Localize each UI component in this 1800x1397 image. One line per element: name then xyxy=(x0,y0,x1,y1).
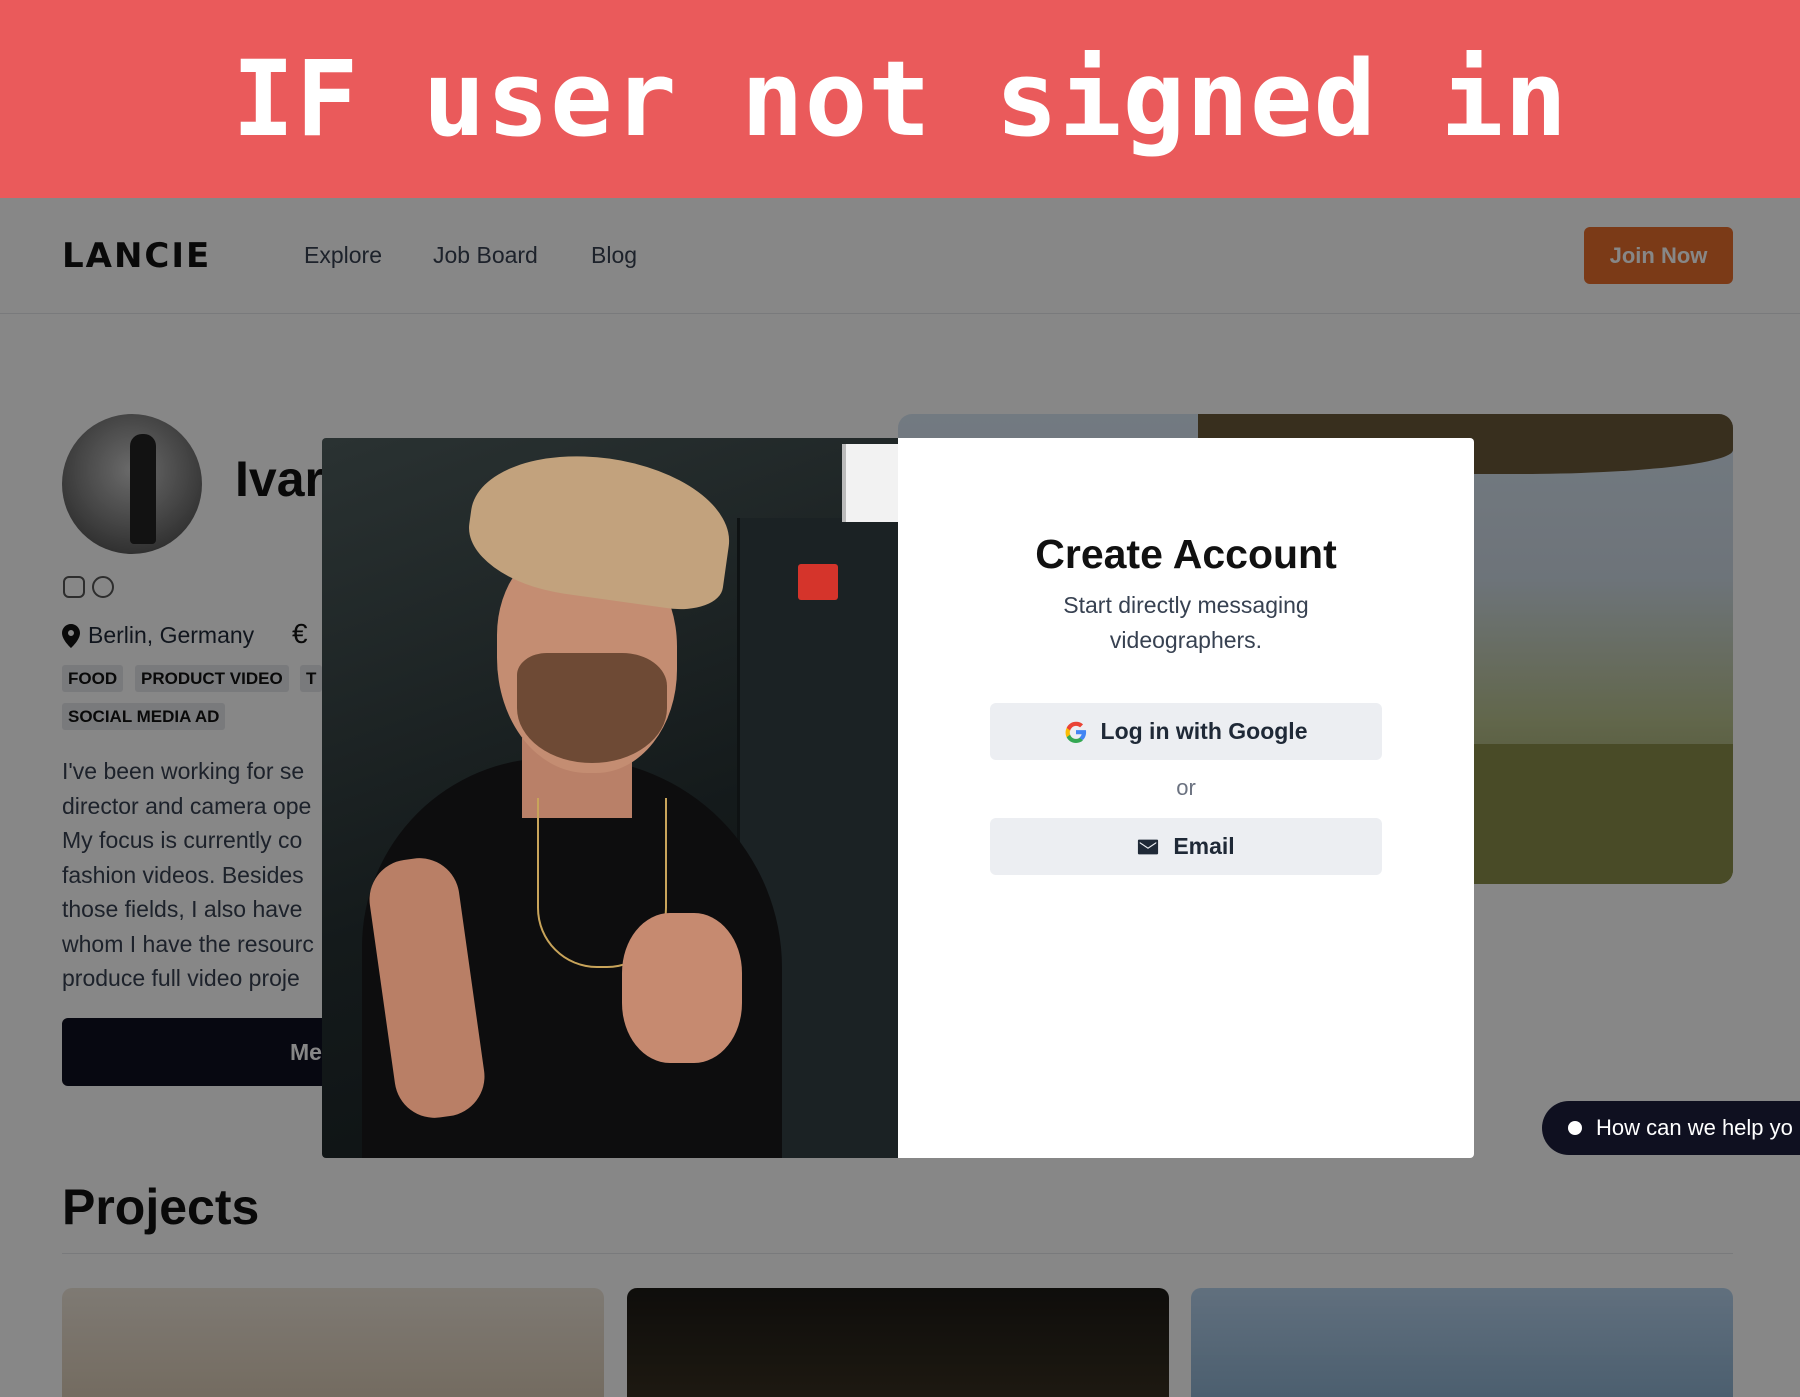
mail-icon xyxy=(1138,839,1159,854)
modal-photo xyxy=(322,438,898,1158)
banner-text: IF user not signed in xyxy=(232,38,1568,160)
google-login-button[interactable]: Log in with Google xyxy=(990,703,1382,760)
google-icon xyxy=(1065,721,1086,743)
modal-subtitle: Start directly messaging videographers. xyxy=(1063,592,1309,653)
exit-sign xyxy=(798,564,838,600)
person-cap xyxy=(461,440,739,616)
email-login-button[interactable]: Email xyxy=(990,818,1382,875)
person-beard xyxy=(517,653,667,763)
person-hands xyxy=(622,913,742,1063)
create-account-modal: Create Account Start directly messaging … xyxy=(322,438,1474,1158)
or-divider-text: or xyxy=(1176,775,1196,800)
chat-dot-icon xyxy=(1568,1121,1582,1135)
email-login-label: Email xyxy=(1173,833,1235,859)
help-chat-button[interactable]: How can we help yo xyxy=(1542,1101,1800,1155)
help-chat-label: How can we help yo xyxy=(1596,1115,1793,1140)
annotation-banner: IF user not signed in xyxy=(0,0,1800,198)
modal-title: Create Account xyxy=(1035,531,1337,577)
exit-sign xyxy=(842,444,898,522)
modal-panel: Create Account Start directly messaging … xyxy=(898,438,1474,1158)
google-login-label: Log in with Google xyxy=(1100,718,1308,744)
